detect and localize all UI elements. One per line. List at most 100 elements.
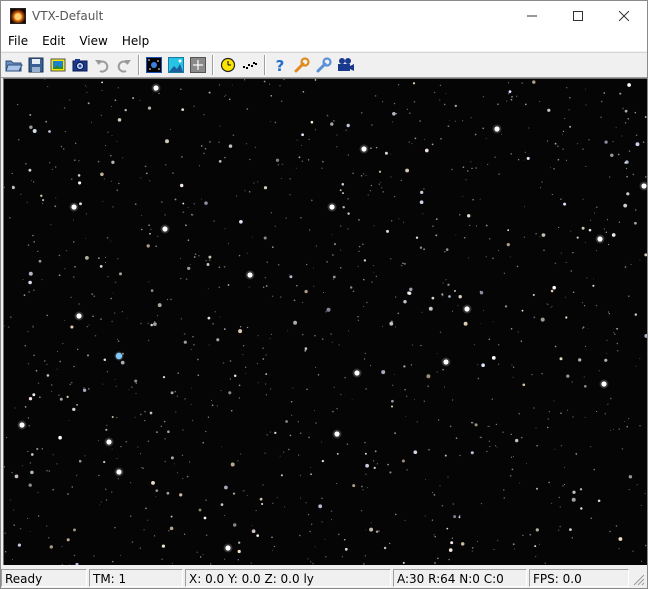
starfield-button[interactable] bbox=[143, 54, 165, 76]
maximize-button[interactable] bbox=[555, 1, 601, 31]
star bbox=[586, 277, 588, 279]
star bbox=[73, 276, 75, 278]
image-button[interactable] bbox=[47, 54, 69, 76]
star bbox=[462, 120, 464, 122]
tools-button[interactable] bbox=[313, 54, 335, 76]
star bbox=[218, 286, 220, 288]
star bbox=[193, 256, 196, 258]
star bbox=[373, 466, 376, 470]
star bbox=[504, 305, 508, 308]
star bbox=[509, 256, 511, 258]
star bbox=[365, 388, 367, 390]
star bbox=[375, 146, 378, 149]
star bbox=[229, 378, 232, 380]
star bbox=[520, 436, 523, 439]
star bbox=[191, 214, 194, 216]
starfield-canvas[interactable] bbox=[4, 79, 647, 565]
star bbox=[55, 197, 57, 199]
star bbox=[458, 516, 461, 519]
bright-star bbox=[153, 85, 159, 91]
grid-button[interactable] bbox=[187, 54, 209, 76]
star bbox=[248, 286, 250, 288]
star bbox=[206, 263, 210, 266]
star bbox=[310, 199, 313, 202]
star bbox=[634, 313, 638, 316]
star bbox=[547, 418, 549, 420]
star bbox=[582, 198, 584, 200]
star bbox=[160, 425, 162, 427]
save-button[interactable] bbox=[25, 54, 47, 76]
menu-edit[interactable]: Edit bbox=[35, 31, 72, 51]
star bbox=[256, 534, 260, 537]
star bbox=[224, 156, 226, 159]
star bbox=[301, 133, 304, 137]
star bbox=[431, 519, 434, 521]
star bbox=[101, 81, 103, 84]
star bbox=[313, 285, 315, 287]
redo-button[interactable] bbox=[113, 54, 135, 76]
star bbox=[33, 181, 35, 183]
star bbox=[220, 390, 222, 392]
minimize-icon bbox=[527, 15, 537, 17]
star bbox=[351, 399, 353, 400]
star bbox=[211, 404, 214, 407]
help-button[interactable]: ? bbox=[269, 54, 291, 76]
star bbox=[412, 82, 416, 85]
star bbox=[640, 504, 642, 507]
minimize-button[interactable] bbox=[509, 1, 555, 31]
star bbox=[482, 127, 485, 130]
star bbox=[644, 253, 647, 257]
video-button[interactable] bbox=[335, 54, 357, 76]
star bbox=[454, 120, 457, 122]
star bbox=[120, 555, 121, 556]
star bbox=[262, 484, 264, 486]
snapshot-button[interactable] bbox=[69, 54, 91, 76]
star bbox=[475, 167, 477, 169]
star bbox=[330, 510, 333, 512]
star bbox=[315, 422, 317, 424]
star bbox=[498, 250, 500, 252]
resize-grip-icon[interactable] bbox=[631, 572, 645, 586]
star bbox=[488, 338, 491, 341]
time-button[interactable] bbox=[217, 54, 239, 76]
star bbox=[609, 429, 611, 431]
star bbox=[330, 122, 334, 126]
star bbox=[155, 245, 158, 248]
star bbox=[560, 444, 563, 447]
star bbox=[246, 494, 248, 496]
star bbox=[212, 322, 214, 325]
star bbox=[558, 529, 560, 531]
star bbox=[75, 474, 78, 477]
star bbox=[265, 394, 268, 396]
open-button[interactable] bbox=[3, 54, 25, 76]
settings-button[interactable] bbox=[291, 54, 313, 76]
star bbox=[634, 111, 637, 114]
close-button[interactable] bbox=[601, 1, 647, 31]
star bbox=[424, 148, 429, 153]
star bbox=[66, 395, 69, 399]
star bbox=[511, 364, 513, 366]
app-icon[interactable] bbox=[10, 8, 26, 24]
plot-button[interactable] bbox=[239, 54, 261, 76]
star bbox=[218, 160, 222, 163]
star bbox=[512, 455, 515, 457]
star bbox=[297, 421, 299, 423]
toolbar: ? bbox=[1, 52, 647, 78]
menu-file[interactable]: File bbox=[1, 31, 35, 51]
star bbox=[341, 183, 345, 186]
star bbox=[52, 488, 55, 491]
star bbox=[97, 160, 100, 163]
menu-help[interactable]: Help bbox=[115, 31, 156, 51]
star bbox=[203, 113, 205, 116]
star bbox=[37, 382, 40, 385]
star bbox=[137, 446, 139, 448]
terrain-button[interactable] bbox=[165, 54, 187, 76]
star bbox=[263, 236, 267, 240]
undo-button[interactable] bbox=[91, 54, 113, 76]
star bbox=[203, 152, 205, 155]
star bbox=[134, 416, 136, 418]
menu-view[interactable]: View bbox=[72, 31, 114, 51]
star-viewport[interactable] bbox=[3, 78, 647, 565]
title-bar[interactable]: VTX-Default bbox=[1, 1, 647, 31]
star bbox=[84, 255, 89, 260]
